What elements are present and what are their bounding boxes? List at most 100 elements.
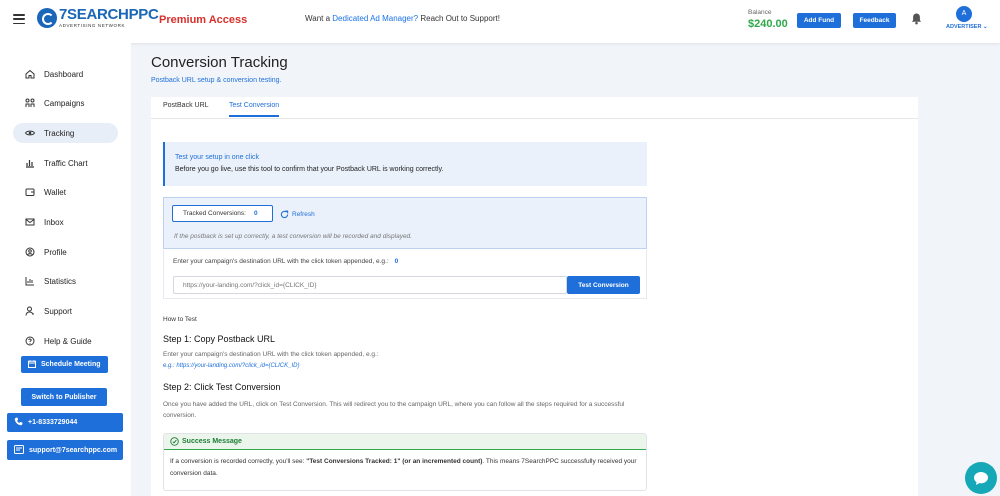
conversion-card: PostBack URL Test Conversion Test your s… — [151, 97, 918, 496]
bell-icon[interactable] — [911, 13, 922, 25]
sidebar-item-tracking[interactable]: Tracking — [13, 123, 118, 143]
tracked-conversions-panel: Tracked Conversions: 0 Refresh If the po… — [163, 197, 647, 249]
sidebar-item-label: Inbox — [44, 217, 64, 227]
help-icon — [25, 336, 35, 346]
success-message-box: Success Message If a conversion is recor… — [163, 433, 647, 491]
inbox-icon — [25, 217, 35, 227]
balance: Balance $240.00 — [748, 9, 788, 30]
sidebar-item-label: Wallet — [44, 187, 66, 197]
sidebar-item-help-guide[interactable]: Help & Guide — [13, 331, 118, 351]
calendar-icon — [28, 359, 36, 370]
email-address: support@7searchppc.com — [29, 446, 118, 454]
chat-widget-button[interactable] — [965, 462, 997, 494]
account-role-dropdown[interactable]: ADVERTISER ⌄ — [946, 24, 988, 30]
phone-button[interactable]: +1-8333729044 — [7, 413, 123, 432]
wallet-icon — [25, 187, 35, 197]
destination-url-panel: Enter your campaign's destination URL wi… — [163, 250, 647, 299]
sidebar-item-label: Campaigns — [44, 98, 85, 108]
chevron-down-icon: ⌄ — [982, 24, 988, 30]
sidebar-item-campaigns[interactable]: Campaigns — [13, 93, 118, 113]
eye-icon — [25, 128, 35, 138]
step-1-example: e.g.: https://your-landing.com/?click_id… — [163, 363, 300, 369]
refresh-icon — [280, 210, 289, 219]
test-conversion-button[interactable]: Test Conversion — [567, 276, 640, 294]
phone-number: +1-8333729044 — [28, 419, 78, 426]
step-2-title: Step 2: Click Test Conversion — [163, 382, 281, 392]
schedule-meeting-label: Schedule Meeting — [41, 361, 101, 368]
step-2-text: Once you have added the URL, click on Te… — [163, 401, 625, 419]
switch-to-publisher-button[interactable]: Switch to Publisher — [21, 388, 107, 406]
success-text: If a conversion is recorded correctly, y… — [164, 450, 646, 480]
sidebar-item-inbox[interactable]: Inbox — [13, 212, 118, 232]
logo-name: 7SEARCHPPC — [59, 6, 159, 23]
home-icon — [25, 69, 35, 79]
refresh-label: Refresh — [292, 211, 315, 218]
add-fund-button[interactable]: Add Fund — [797, 13, 841, 28]
balance-value: $240.00 — [748, 18, 788, 30]
logo-mark-icon — [37, 8, 57, 28]
chat-icon — [974, 471, 988, 485]
sidebar-item-label: Statistics — [44, 276, 77, 286]
destination-label: Enter your campaign's destination URL wi… — [173, 258, 398, 265]
destination-url-input[interactable] — [173, 276, 567, 294]
sidebar: Dashboard Campaigns Tracking Traffic Cha… — [0, 43, 131, 496]
sidebar-item-statistics[interactable]: Statistics — [13, 271, 118, 291]
check-circle-icon — [170, 437, 179, 446]
success-text-prefix: If a conversion is recorded correctly, y… — [170, 458, 307, 465]
phone-icon — [14, 417, 23, 428]
sidebar-item-dashboard[interactable]: Dashboard — [13, 64, 118, 84]
tab-bar: PostBack URL Test Conversion — [151, 97, 918, 119]
step-1-text: Enter your campaign's destination URL wi… — [163, 351, 379, 358]
destination-count: 0 — [394, 258, 399, 265]
sidebar-item-label: Dashboard — [44, 69, 84, 79]
hamburger-menu-icon[interactable] — [13, 14, 25, 24]
step-1-title: Step 1: Copy Postback URL — [163, 334, 276, 344]
support-promo: Want a Dedicated Ad Manager? Reach Out t… — [305, 14, 500, 23]
sidebar-item-support[interactable]: Support — [13, 301, 118, 321]
tracked-note: If the postback is set up correctly, a t… — [174, 233, 412, 240]
info-text: Before you go live, use this tool to con… — [175, 166, 444, 173]
chart-icon — [25, 158, 35, 168]
avatar[interactable]: A — [956, 6, 972, 22]
tracked-label: Tracked Conversions: — [183, 210, 246, 217]
refresh-button[interactable]: Refresh — [280, 210, 315, 219]
email-button[interactable]: support@7searchppc.com — [7, 440, 123, 460]
tracked-conversions-counter: Tracked Conversions: 0 — [172, 205, 273, 222]
statistics-icon — [25, 276, 35, 286]
sidebar-item-label: Traffic Chart — [44, 158, 88, 168]
logo-tagline: ADVERTISING NETWORK — [59, 23, 126, 28]
page-subtitle: Postback URL setup & conversion testing. — [151, 77, 282, 84]
top-header: 7SEARCHPPC ADVERTISING NETWORK Premium A… — [0, 0, 1000, 43]
promo-prefix: Want a — [305, 14, 333, 23]
sidebar-item-profile[interactable]: Profile — [13, 242, 118, 262]
sidebar-item-label: Profile — [44, 247, 67, 257]
support-icon — [25, 306, 35, 316]
email-icon — [14, 444, 24, 456]
page-title: Conversion Tracking — [151, 54, 288, 71]
promo-suffix: Reach Out to Support! — [418, 14, 500, 23]
sidebar-item-wallet[interactable]: Wallet — [13, 182, 118, 202]
success-header: Success Message — [164, 434, 646, 450]
balance-label: Balance — [748, 9, 772, 16]
premium-access-label: Premium Access — [159, 14, 248, 26]
account-role: ADVERTISER — [946, 24, 982, 30]
schedule-meeting-button[interactable]: Schedule Meeting — [21, 356, 108, 373]
tracked-count: 0 — [253, 210, 258, 217]
success-text-bold: "Test Conversions Tracked: 1" (or an inc… — [306, 458, 483, 465]
tab-test-conversion[interactable]: Test Conversion — [229, 102, 280, 117]
tab-postback-url[interactable]: PostBack URL — [163, 102, 209, 115]
how-to-test-heading: How to Test — [163, 316, 197, 323]
info-callout: Test your setup in one click Before you … — [163, 142, 647, 186]
sidebar-item-traffic-chart[interactable]: Traffic Chart — [13, 153, 118, 173]
sidebar-item-label: Support — [44, 306, 73, 316]
sidebar-item-label: Tracking — [44, 128, 75, 138]
logo[interactable]: 7SEARCHPPC ADVERTISING NETWORK — [37, 7, 159, 29]
profile-icon — [25, 247, 35, 257]
ad-manager-link[interactable]: Dedicated Ad Manager? — [332, 14, 418, 23]
destination-label-text: Enter your campaign's destination URL wi… — [173, 258, 389, 265]
success-title: Success Message — [182, 438, 242, 445]
campaigns-icon — [25, 98, 35, 108]
info-title: Test your setup in one click — [175, 154, 260, 161]
sidebar-item-label: Help & Guide — [44, 336, 92, 346]
feedback-button[interactable]: Feedback — [853, 13, 896, 28]
